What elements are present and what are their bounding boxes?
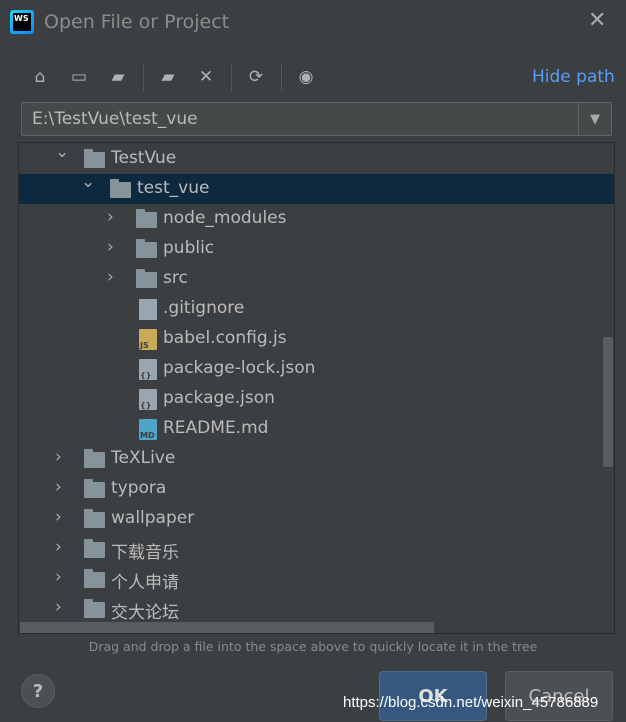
file-badge: {} [140, 401, 152, 410]
tree-item[interactable]: › typora [19, 474, 614, 504]
folder-icon [84, 509, 105, 528]
chevron-right-icon[interactable]: › [107, 237, 114, 257]
tree-item[interactable]: ⌄ TestVue [19, 143, 614, 174]
hide-path-link[interactable]: Hide path [532, 67, 615, 87]
folder-icon [136, 239, 157, 258]
tree-item[interactable]: › TeXLive [19, 444, 614, 474]
folder-icon [84, 569, 105, 588]
tree-item-label: wallpaper [111, 508, 195, 528]
tree-item-label: src [163, 268, 188, 288]
horizontal-scrollbar[interactable] [20, 622, 434, 633]
file-icon: {} [139, 389, 157, 410]
chevron-right-icon[interactable]: › [107, 207, 114, 227]
tree-item[interactable]: › node_modules [19, 204, 614, 234]
file-badge: {} [140, 371, 152, 380]
chevron-right-icon[interactable]: › [55, 477, 62, 497]
tree-item-label: TeXLive [111, 448, 176, 468]
help-button[interactable]: ? [21, 674, 55, 708]
tree-item[interactable]: › wallpaper [19, 504, 614, 534]
path-combobox[interactable]: ▼ [21, 102, 612, 136]
folder-icon [84, 449, 105, 468]
tree-item[interactable]: › 个人申请 [19, 564, 614, 594]
file-badge: MD [140, 431, 155, 440]
tree-item-label: TestVue [111, 148, 177, 168]
tree-item-label: README.md [163, 418, 269, 438]
tree-item-label: package.json [163, 388, 275, 408]
tree-item[interactable]: .gitignore [19, 294, 614, 324]
toolbar-separator [281, 63, 282, 91]
chevron-right-icon[interactable]: › [55, 447, 62, 467]
folder-icon [84, 479, 105, 498]
tree-item-label: test_vue [137, 178, 210, 198]
new-folder-icon[interactable]: ▰ [155, 64, 181, 90]
tree-item[interactable]: {} package.json [19, 384, 614, 414]
tree-item-label: node_modules [163, 208, 287, 228]
delete-icon[interactable]: ✕ [193, 64, 219, 90]
tree-item-label: package-lock.json [163, 358, 316, 378]
drag-drop-hint: Drag and drop a file into the space abov… [88, 639, 538, 654]
tree-item-label: 交大论坛 [111, 603, 179, 623]
tree-item[interactable]: MD README.md [19, 414, 614, 444]
tree-item[interactable]: {} package-lock.json [19, 354, 614, 384]
chevron-right-icon[interactable]: › [55, 537, 62, 557]
webstorm-logo: WS [10, 10, 34, 34]
tree-item[interactable]: › 下载音乐 [19, 534, 614, 564]
chevron-right-icon[interactable]: › [55, 567, 62, 587]
file-tree[interactable]: ⌄ TestVue ⌄ test_vue › node_modules › public › sr… [18, 142, 615, 634]
tree-item-label: 下载音乐 [111, 543, 179, 563]
tree-item[interactable]: ⌄ test_vue [19, 172, 614, 204]
home-icon[interactable]: ⌂ [27, 64, 53, 90]
toolbar-separator [143, 63, 144, 91]
toolbar-separator [231, 63, 232, 91]
tree-item[interactable]: JS babel.config.js [19, 324, 614, 354]
chevron-right-icon[interactable]: › [55, 597, 62, 617]
desktop-icon[interactable]: ▭ [66, 64, 92, 90]
chevron-down-icon[interactable]: ⌄ [81, 172, 95, 192]
file-icon: MD [139, 419, 157, 440]
folder-icon [84, 599, 105, 618]
folder-icon [136, 269, 157, 288]
folder-icon [110, 179, 131, 198]
folder-icon [84, 149, 105, 168]
folder-icon [136, 209, 157, 228]
refresh-icon[interactable]: ⟳ [243, 64, 269, 90]
tree-item-label: 个人申请 [111, 573, 179, 593]
path-input[interactable] [22, 103, 578, 135]
tree-item-label: .gitignore [163, 298, 245, 318]
tree-item-label: public [163, 238, 215, 258]
chevron-down-icon[interactable]: ⌄ [55, 143, 69, 162]
folder-icon [84, 539, 105, 558]
tree-item-label: babel.config.js [163, 328, 287, 348]
watermark: https://blog.csdn.net/weixin_45786889 [343, 694, 599, 711]
tree-item[interactable]: › 交大论坛 [19, 594, 614, 624]
file-badge: JS [140, 341, 149, 350]
dialog-title: Open File or Project [44, 11, 230, 33]
tree-item[interactable]: › src [19, 264, 614, 294]
project-folder-icon[interactable]: ▰ [105, 64, 131, 90]
show-hidden-icon[interactable]: ◉ [293, 64, 319, 90]
chevron-right-icon[interactable]: › [107, 267, 114, 287]
chevron-down-icon[interactable]: ▼ [578, 103, 611, 135]
tree-item[interactable]: › public [19, 234, 614, 264]
file-icon: {} [139, 359, 157, 380]
file-icon [139, 299, 157, 320]
close-icon[interactable]: ✕ [588, 8, 606, 33]
tree-item-label: typora [111, 478, 167, 498]
vertical-scrollbar[interactable] [603, 337, 613, 467]
file-icon: JS [139, 329, 157, 350]
chevron-right-icon[interactable]: › [55, 507, 62, 527]
